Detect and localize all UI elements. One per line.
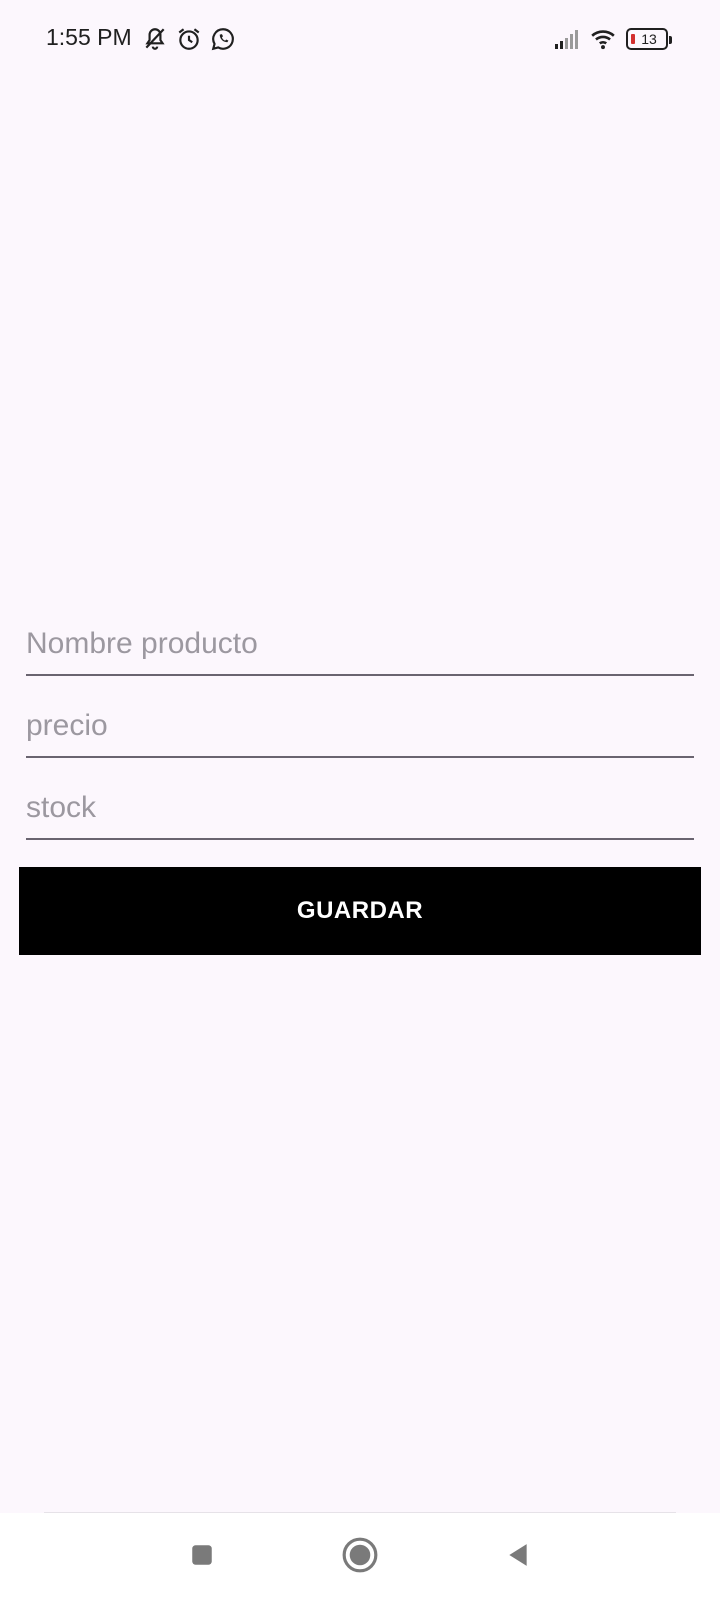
- whatsapp-icon: [210, 26, 236, 52]
- recent-apps-button[interactable]: [182, 1535, 222, 1575]
- home-button[interactable]: [340, 1535, 380, 1575]
- recent-apps-icon: [189, 1542, 215, 1568]
- home-icon: [341, 1536, 379, 1574]
- navigation-bar: [0, 1513, 720, 1600]
- save-button[interactable]: GUARDAR: [19, 867, 701, 955]
- status-icons-left: [142, 26, 236, 52]
- battery-level-fill: [631, 34, 635, 44]
- back-button[interactable]: [498, 1535, 538, 1575]
- status-icons-right: 13: [554, 26, 672, 52]
- back-icon: [505, 1542, 531, 1568]
- signal-icon: [554, 26, 580, 52]
- battery-icon: 13: [626, 28, 672, 50]
- alarm-icon: [176, 26, 202, 52]
- product-name-input[interactable]: [26, 620, 694, 676]
- battery-level-text: 13: [641, 31, 657, 47]
- status-time: 1:55 PM: [46, 24, 132, 50]
- bell-off-icon: [142, 26, 168, 52]
- wifi-icon: [590, 26, 616, 52]
- stock-input[interactable]: [26, 784, 694, 840]
- price-input[interactable]: [26, 702, 694, 758]
- status-bar: 1:55 PM 13: [0, 0, 720, 80]
